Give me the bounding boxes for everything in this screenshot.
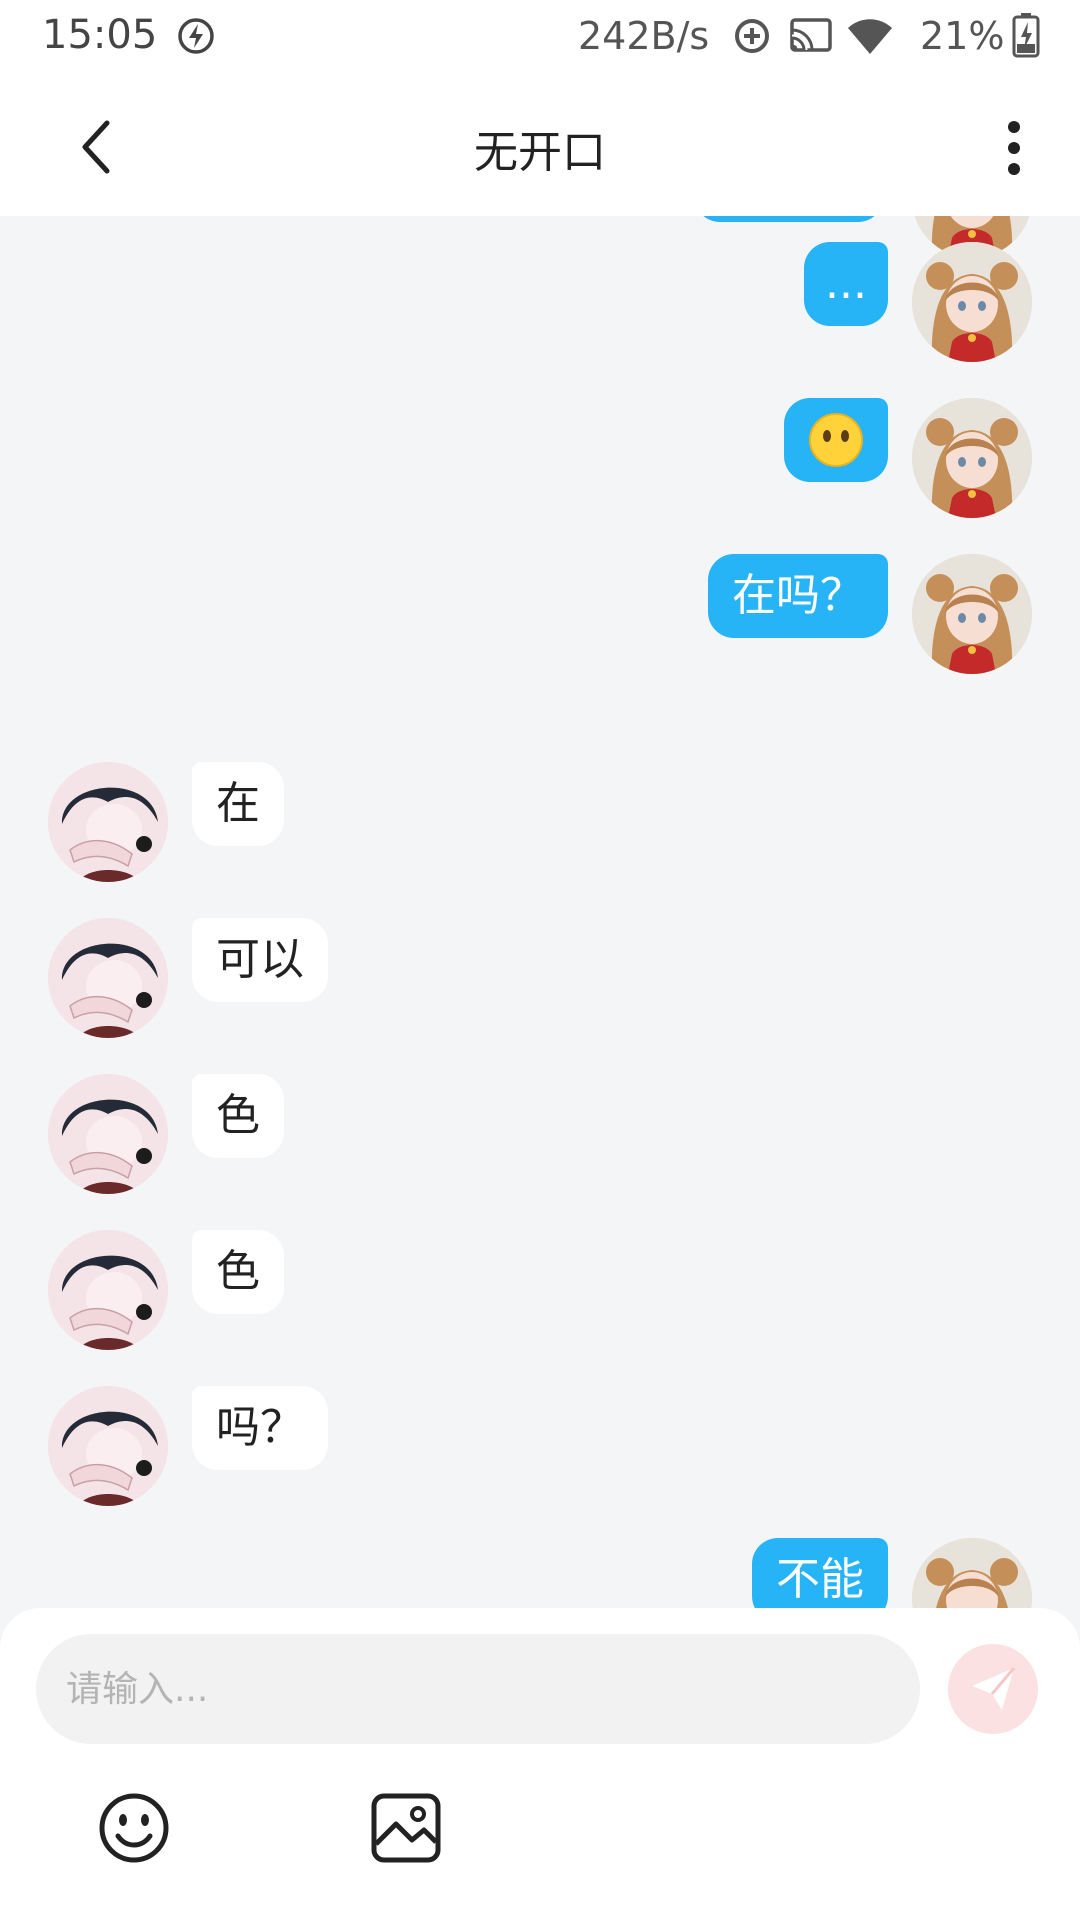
dark-hair-avatar-image [48, 1230, 168, 1350]
battery-icon [1012, 13, 1040, 58]
contact-avatar[interactable] [48, 762, 168, 882]
my-avatar[interactable] [912, 242, 1032, 362]
more-button[interactable] [984, 110, 1044, 186]
contact-avatar[interactable] [48, 1074, 168, 1194]
chat-message-incoming: 色 [0, 1074, 1080, 1194]
wifi-icon [848, 19, 892, 54]
my-avatar[interactable] [912, 1538, 1032, 1608]
chat-message-incoming: 可以 [0, 918, 1080, 1038]
message-input[interactable] [36, 1634, 920, 1744]
battery-percent: 21% [920, 14, 1005, 58]
message-bubble-outgoing[interactable] [694, 216, 884, 222]
message-bubble-outgoing[interactable]: 不能 [752, 1538, 888, 1608]
input-panel [0, 1608, 1080, 1920]
cast-icon [790, 18, 832, 52]
status-bar: 15:05 242B/s 21% [0, 0, 1080, 76]
image-icon[interactable] [368, 1790, 444, 1866]
dark-hair-avatar-image [48, 762, 168, 882]
my-avatar[interactable] [912, 398, 1032, 518]
message-bubble-outgoing[interactable] [784, 398, 888, 482]
flash-icon [178, 18, 214, 54]
emoji-icon[interactable] [96, 1790, 172, 1866]
message-bubble-incoming[interactable]: 可以 [192, 918, 328, 1002]
contact-avatar[interactable] [48, 1386, 168, 1506]
dark-hair-avatar-image [48, 918, 168, 1038]
message-bubble-outgoing[interactable]: 在吗？ [708, 554, 888, 638]
dark-hair-avatar-image [48, 1074, 168, 1194]
chat-message-outgoing: ... [0, 242, 1080, 362]
message-bubble-incoming[interactable]: 色 [192, 1230, 284, 1314]
girl-avatar-image [912, 242, 1032, 362]
chat-message-list[interactable]: ... 在吗？ 在 可以 色 色 吗？ 不能 [0, 216, 1080, 1608]
dark-hair-avatar-image [48, 1386, 168, 1506]
status-net-speed: 242B/s [578, 14, 710, 58]
chat-message-incoming: 在 [0, 762, 1080, 882]
chat-message-outgoing [0, 398, 1080, 518]
chat-message-outgoing: 不能 [0, 1538, 1080, 1608]
contact-avatar[interactable] [48, 1230, 168, 1350]
girl-avatar-image [912, 554, 1032, 674]
girl-avatar-image [912, 398, 1032, 518]
send-button[interactable] [948, 1644, 1038, 1734]
status-time: 15:05 [42, 12, 158, 58]
message-bubble-outgoing[interactable]: ... [804, 242, 888, 326]
my-avatar[interactable] [912, 554, 1032, 674]
chat-message-incoming: 吗？ [0, 1386, 1080, 1506]
message-bubble-incoming[interactable]: 吗？ [192, 1386, 328, 1470]
chat-message-incoming: 色 [0, 1230, 1080, 1350]
chat-title: 无开口 [474, 127, 606, 178]
neutral-face-emoji-icon [809, 413, 863, 467]
message-bubble-incoming[interactable]: 在 [192, 762, 284, 846]
chat-header: 无开口 [0, 76, 1080, 216]
send-icon [972, 1667, 1016, 1710]
more-vertical-icon [1008, 121, 1020, 175]
sync-icon [735, 19, 769, 53]
message-bubble-incoming[interactable]: 色 [192, 1074, 284, 1158]
girl-avatar-image [912, 1538, 1032, 1608]
contact-avatar[interactable] [48, 918, 168, 1038]
chat-message-outgoing: 在吗？ [0, 554, 1080, 674]
